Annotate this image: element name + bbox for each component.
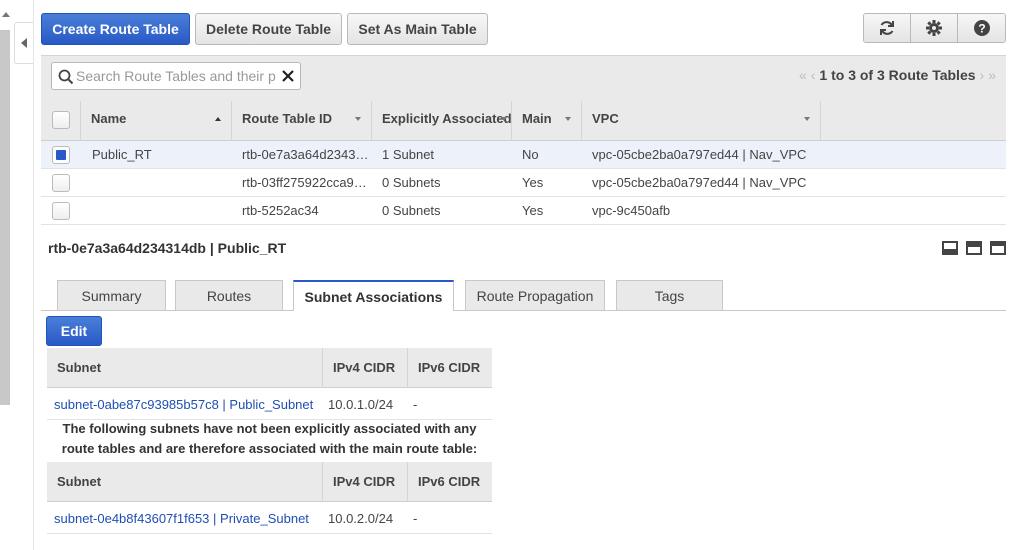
scrollbar-thumb[interactable] [0, 30, 10, 405]
select-all-cell [41, 101, 81, 141]
table-row[interactable]: rtb-03ff275922cca9… 0 Subnets Yes vpc-05… [41, 169, 1006, 197]
column-header-subnet: Subnet [57, 360, 102, 375]
subnet-link[interactable]: subnet-0e4b8f43607f1f653 | Private_Subne… [54, 511, 309, 526]
gear-icon [926, 20, 942, 36]
refresh-icon [880, 21, 894, 35]
cell-vpc: vpc-05cbe2ba0a797ed44 | Nav_VPC [592, 175, 807, 190]
collapse-sidebar-button[interactable] [14, 22, 34, 64]
table-row[interactable]: Public_RT rtb-0e7a3a64d2343… 1 Subnet No… [41, 141, 1006, 169]
row-checkbox[interactable] [52, 202, 70, 220]
explicit-subnets-table: Subnet IPv4 CIDR IPv6 CIDR subnet-0abe87… [47, 348, 492, 420]
cell-main: No [522, 147, 539, 162]
table-header: Subnet IPv4 CIDR IPv6 CIDR [47, 348, 492, 388]
help-button[interactable]: ? [958, 14, 1005, 42]
column-header-ipv4: IPv4 CIDR [322, 462, 407, 502]
pagination-text: 1 to 3 of 3 Route Tables [819, 67, 976, 83]
cell-associated: 0 Subnets [382, 203, 441, 218]
ipv4-cidr: 10.0.1.0/24 [328, 397, 394, 412]
tab-route-propagation[interactable]: Route Propagation [465, 280, 605, 310]
subnet-link[interactable]: subnet-0abe87c93985b57c8 | Public_Subnet [54, 397, 313, 412]
previous-page-icon[interactable]: ‹ [811, 67, 816, 83]
cell-associated: 0 Subnets [382, 175, 441, 190]
scroll-up-icon[interactable] [2, 12, 10, 17]
left-scrollbar[interactable] [0, 0, 12, 550]
tab-subnet-associations[interactable]: Subnet Associations [293, 280, 454, 311]
table-row[interactable]: rtb-5252ac34 0 Subnets Yes vpc-9c450afb [41, 197, 1006, 225]
cell-vpc: vpc-9c450afb [592, 203, 671, 218]
cell-main: Yes [522, 203, 544, 218]
column-header-ipv4: IPv4 CIDR [322, 348, 407, 388]
column-header-explicitly-associated[interactable]: Explicitly Associated With [372, 101, 512, 141]
divider [33, 0, 34, 550]
cell-main: Yes [522, 175, 544, 190]
table-header: Name Route Table ID Explicitly Associate… [41, 101, 1006, 141]
search-box [51, 62, 301, 90]
pagination: « ‹ 1 to 3 of 3 Route Tables › » [799, 67, 996, 83]
pane-layout-controls [942, 241, 1006, 255]
table-row: subnet-0abe87c93985b57c8 | Public_Subnet… [47, 388, 492, 420]
settings-button[interactable] [911, 14, 958, 42]
sort-icon [355, 117, 361, 121]
edit-button[interactable]: Edit [46, 316, 102, 346]
column-header-ipv6: IPv6 CIDR [407, 462, 492, 502]
refresh-button[interactable] [864, 14, 911, 42]
sort-ascending-icon [215, 117, 221, 121]
column-header-vpc[interactable]: VPC [582, 101, 821, 141]
tab-summary[interactable]: Summary [57, 280, 166, 310]
detail-title: rtb-0e7a3a64d234314db | Public_RT [48, 240, 287, 256]
sort-icon [501, 117, 507, 121]
layout-split-icon[interactable] [966, 241, 982, 255]
next-page-icon[interactable]: › [980, 67, 985, 83]
layout-bottom-icon[interactable] [942, 241, 958, 255]
detail-tabs: Summary Routes Subnet Associations Route… [41, 280, 1006, 311]
row-checkbox[interactable] [52, 146, 70, 164]
chevron-left-icon [21, 38, 27, 48]
cell-associated: 1 Subnet [382, 147, 435, 162]
search-icon [58, 69, 74, 85]
create-route-table-button[interactable]: Create Route Table [41, 13, 190, 45]
svg-text:?: ? [978, 22, 985, 36]
cell-vpc: vpc-05cbe2ba0a797ed44 | Nav_VPC [592, 147, 807, 162]
column-header-main[interactable]: Main [512, 101, 582, 141]
cell-name: Public_RT [92, 147, 152, 162]
ipv4-cidr: 10.0.2.0/24 [328, 511, 394, 526]
last-page-icon[interactable]: » [988, 67, 996, 83]
table-header: Subnet IPv4 CIDR IPv6 CIDR [47, 462, 492, 502]
sort-icon [565, 117, 571, 121]
cell-route-table-id: rtb-03ff275922cca9… [242, 175, 367, 190]
row-checkbox[interactable] [52, 174, 70, 192]
layout-top-icon[interactable] [990, 241, 1006, 255]
delete-route-table-button[interactable]: Delete Route Table [195, 13, 342, 45]
set-main-table-button[interactable]: Set As Main Table [347, 13, 488, 45]
first-page-icon[interactable]: « [799, 67, 807, 83]
toolbar-icon-group: ? [863, 13, 1006, 43]
filter-bar: « ‹ 1 to 3 of 3 Route Tables › » [41, 55, 1006, 101]
toolbar: Create Route Table Delete Route Table Se… [41, 13, 1006, 45]
column-header-name[interactable]: Name [81, 101, 232, 141]
cell-route-table-id: rtb-5252ac34 [242, 203, 319, 218]
clear-search-icon[interactable] [281, 69, 295, 83]
sort-icon [804, 117, 810, 121]
column-header-route-table-id[interactable]: Route Table ID [232, 101, 372, 141]
search-input[interactable] [76, 66, 276, 86]
help-icon: ? [973, 20, 990, 36]
tab-routes[interactable]: Routes [175, 280, 283, 310]
tab-tags[interactable]: Tags [616, 280, 723, 310]
ipv6-cidr: - [413, 511, 418, 526]
cell-route-table-id: rtb-0e7a3a64d2343… [242, 147, 369, 162]
implicit-association-notice: The following subnets have not been expl… [61, 421, 478, 456]
column-header-subnet: Subnet [57, 474, 102, 489]
ipv6-cidr: - [413, 397, 418, 412]
select-all-checkbox[interactable] [52, 111, 70, 129]
table-row: subnet-0e4b8f43607f1f653 | Private_Subne… [47, 502, 492, 534]
implicit-subnets-table: Subnet IPv4 CIDR IPv6 CIDR subnet-0e4b8f… [47, 462, 492, 534]
column-header-ipv6: IPv6 CIDR [407, 348, 492, 388]
